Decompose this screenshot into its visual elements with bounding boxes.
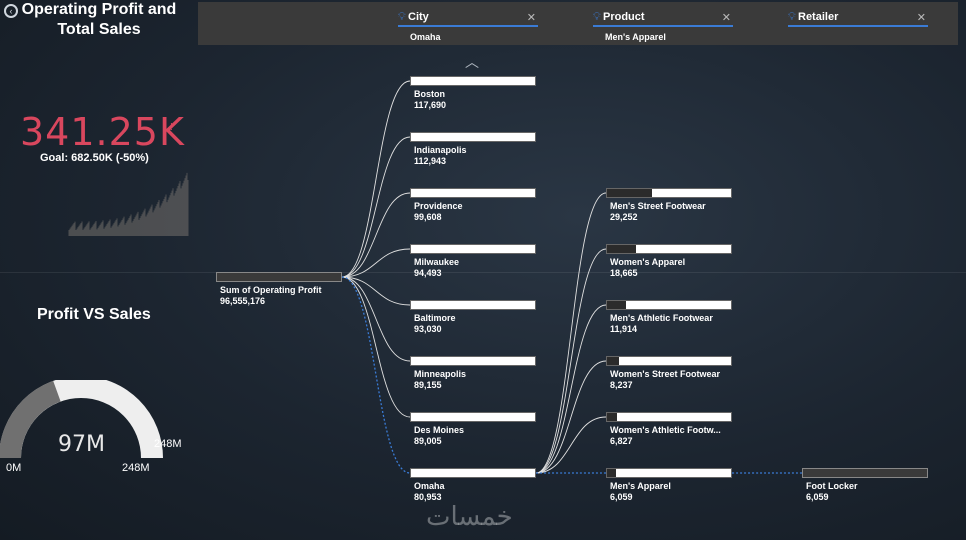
node-value: 117,690 bbox=[414, 100, 447, 110]
tree-node-product[interactable]: Women's Apparel 18,665 bbox=[606, 244, 732, 278]
node-label: Boston bbox=[414, 89, 445, 99]
node-value: 29,252 bbox=[610, 212, 638, 222]
node-value: 112,943 bbox=[414, 156, 447, 166]
node-label: Women's Athletic Footw... bbox=[610, 425, 721, 435]
node-label: Women's Street Footwear bbox=[610, 369, 720, 379]
node-label: Sum of Operating Profit bbox=[220, 285, 322, 295]
tree-link bbox=[535, 192, 607, 474]
tree-node-city[interactable]: Indianapolis 112,943 bbox=[410, 132, 536, 166]
node-label: Women's Apparel bbox=[610, 257, 686, 267]
tree-node-city[interactable]: Boston 117,690 bbox=[410, 76, 536, 110]
tree-node-product[interactable]: Men's Athletic Footwear 11,914 bbox=[606, 300, 732, 334]
node-value: 6,059 bbox=[610, 492, 633, 502]
tree-node-city[interactable]: Omaha 80,953 bbox=[410, 468, 536, 502]
node-label: Baltimore bbox=[414, 313, 456, 323]
node-label: Men's Street Footwear bbox=[610, 201, 706, 211]
node-value: 89,005 bbox=[414, 436, 442, 446]
tree-node-retailer[interactable]: Foot Locker 6,059 bbox=[802, 468, 928, 502]
node-label: Minneapolis bbox=[414, 369, 467, 379]
node-label: Foot Locker bbox=[806, 481, 858, 491]
node-value: 6,059 bbox=[806, 492, 829, 502]
tree-node-product[interactable]: Women's Athletic Footw... 6,827 bbox=[606, 412, 732, 446]
tree-node-city[interactable]: Milwaukee 94,493 bbox=[410, 244, 536, 278]
node-label: Providence bbox=[414, 201, 463, 211]
tree-link bbox=[341, 136, 411, 278]
tree-root-node[interactable]: Sum of Operating Profit 96,555,176 bbox=[216, 272, 342, 306]
node-value: 80,953 bbox=[414, 492, 442, 502]
tree-node-city[interactable]: Providence 99,608 bbox=[410, 188, 536, 222]
node-value: 93,030 bbox=[414, 324, 442, 334]
tree-node-city[interactable]: Baltimore 93,030 bbox=[410, 300, 536, 334]
node-label: Milwaukee bbox=[414, 257, 460, 267]
node-label: Des Moines bbox=[414, 425, 465, 435]
tree-link bbox=[341, 276, 411, 474]
node-value: 6,827 bbox=[610, 436, 633, 446]
watermark-logo: خمسات bbox=[426, 502, 513, 532]
node-value: 99,608 bbox=[414, 212, 442, 222]
tree-link bbox=[535, 360, 607, 474]
node-value: 11,914 bbox=[610, 324, 638, 334]
tree-link bbox=[341, 276, 411, 418]
node-value: 94,493 bbox=[414, 268, 442, 278]
tree-node-product[interactable]: Women's Street Footwear 8,237 bbox=[606, 356, 732, 390]
tree-node-product[interactable]: Men's Apparel 6,059 bbox=[606, 468, 732, 502]
node-value: 96,555,176 bbox=[220, 296, 266, 306]
tree-node-product[interactable]: Men's Street Footwear 29,252 bbox=[606, 188, 732, 222]
tree-link bbox=[535, 248, 607, 474]
node-value: 8,237 bbox=[610, 380, 633, 390]
tree-link bbox=[341, 248, 411, 278]
node-label: Omaha bbox=[414, 481, 445, 491]
node-label: Men's Athletic Footwear bbox=[610, 313, 713, 323]
tree-link bbox=[341, 80, 411, 278]
node-label: Men's Apparel bbox=[610, 481, 671, 491]
tree-node-city[interactable]: Des Moines 89,005 bbox=[410, 412, 536, 446]
tree-node-city[interactable]: Minneapolis 89,155 bbox=[410, 356, 536, 390]
node-label: Indianapolis bbox=[414, 145, 467, 155]
tree-link bbox=[341, 276, 411, 306]
node-value: 18,665 bbox=[610, 268, 638, 278]
node-value: 89,155 bbox=[414, 380, 442, 390]
